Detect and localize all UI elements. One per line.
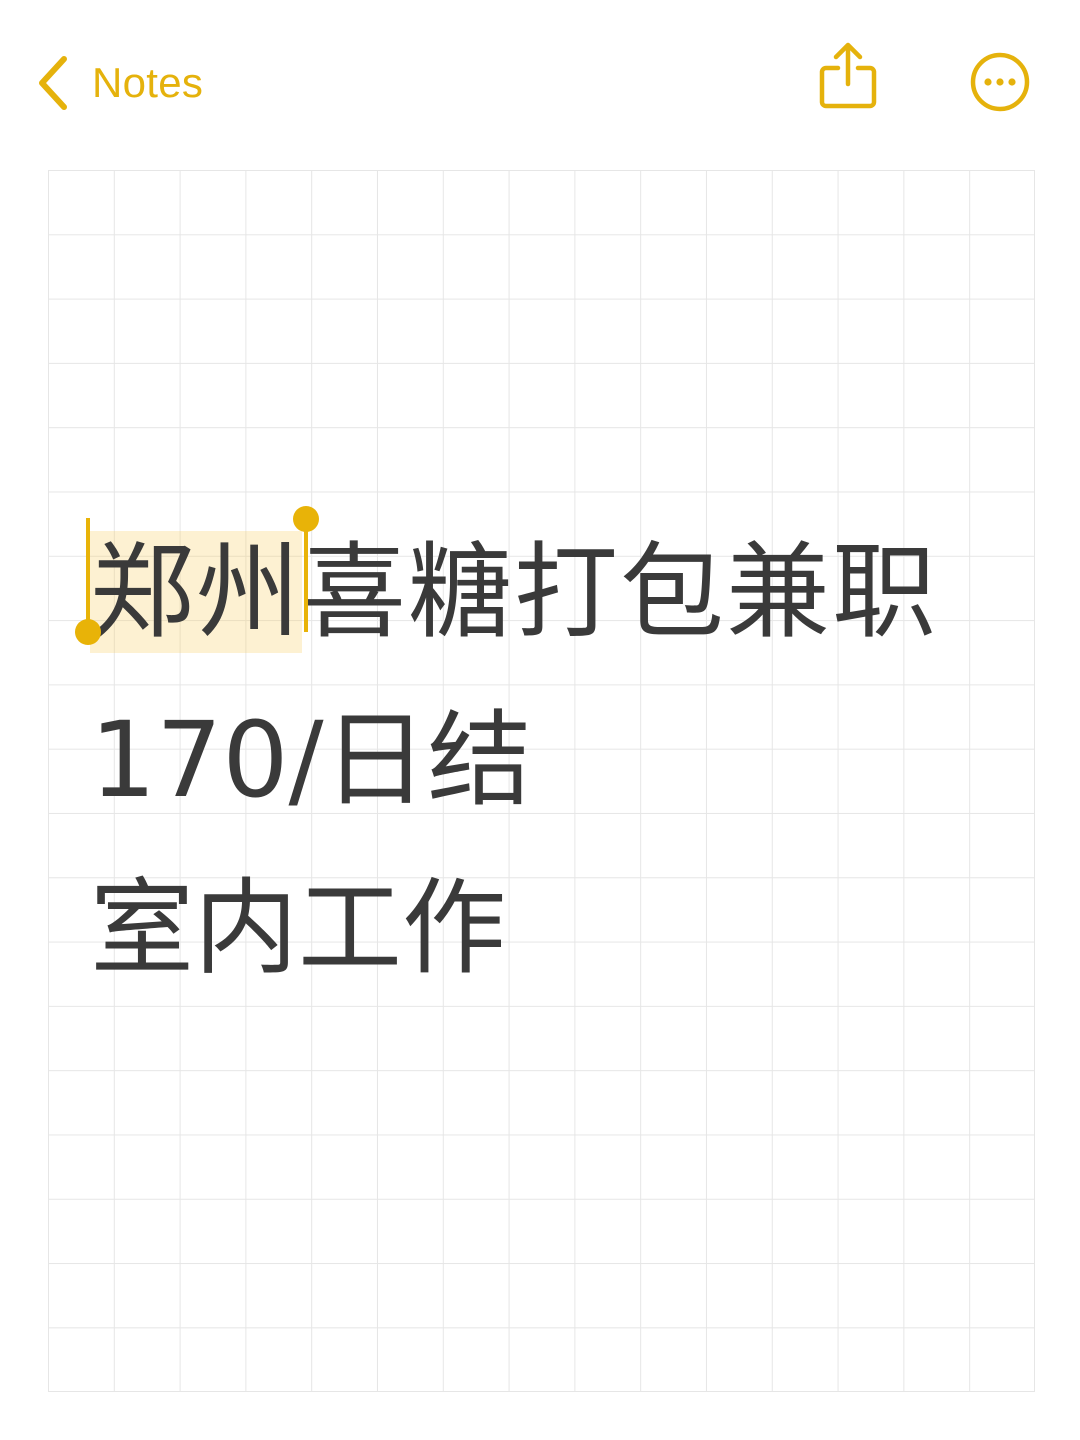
note-line-2[interactable]: 170/日结: [90, 676, 1030, 844]
note-line-3[interactable]: 室内工作: [90, 844, 1030, 1012]
back-button[interactable]: Notes: [36, 52, 203, 114]
note-line-1[interactable]: 郑州喜糖打包兼职: [90, 508, 1030, 676]
selection-end-caret: [304, 518, 308, 632]
chevron-left-icon: [36, 55, 70, 111]
selection-start-handle[interactable]: [75, 619, 101, 645]
share-button[interactable]: [816, 40, 880, 114]
selection-end-handle[interactable]: [293, 506, 319, 532]
selected-text[interactable]: 郑州: [90, 531, 303, 653]
more-options-button[interactable]: [970, 52, 1030, 112]
note-line-1-text: 喜糖打包兼职: [302, 531, 939, 653]
navigation-bar: Notes: [0, 0, 1080, 160]
ellipsis-circle-icon: [970, 52, 1030, 116]
selection-start-caret: [86, 518, 90, 632]
share-icon: [816, 42, 880, 118]
back-label: Notes: [92, 59, 204, 106]
note-body[interactable]: 郑州喜糖打包兼职 170/日结 室内工作: [90, 508, 1030, 1012]
